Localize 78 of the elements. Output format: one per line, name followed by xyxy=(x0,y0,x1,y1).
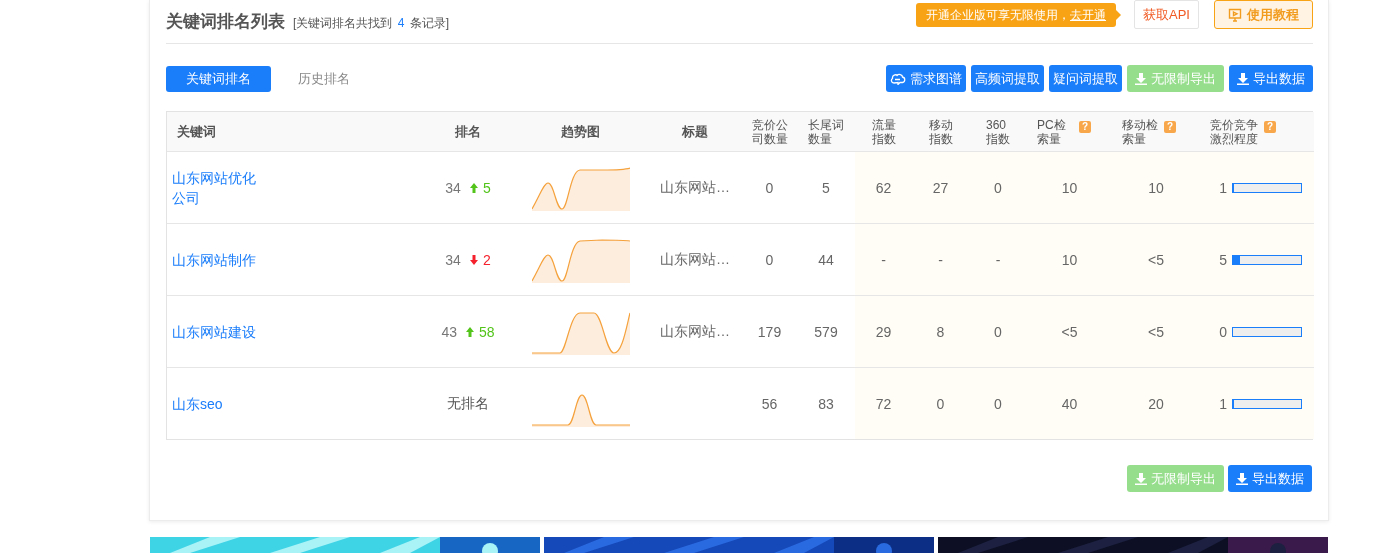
table-cell: 8 xyxy=(936,323,945,340)
table-cell: 1 xyxy=(1219,395,1227,412)
column-header: 移动检索量 xyxy=(1122,117,1158,146)
table-cell: 579 xyxy=(814,323,838,340)
column-header: 竞价公司数量 xyxy=(751,117,788,146)
button[interactable]: 导出数据 xyxy=(1229,65,1313,92)
button[interactable]: 导出数据 xyxy=(1228,465,1312,492)
competition-meter xyxy=(1232,398,1302,409)
table-cell: 0 xyxy=(994,395,1002,412)
table-cell: 83 xyxy=(818,395,834,412)
download-icon xyxy=(1237,72,1249,85)
rank-value: 34 xyxy=(445,251,461,268)
table-cell: 0 xyxy=(765,179,774,196)
tab[interactable]: 历史排名 xyxy=(271,65,376,92)
keyword-link[interactable]: 山东网站制作 xyxy=(172,249,267,270)
table-cell: 0 xyxy=(994,323,1002,340)
table-cell: 62 xyxy=(875,179,892,196)
table-cell: 72 xyxy=(875,395,892,412)
column-header: PC检索量 xyxy=(1037,117,1067,146)
rank-value: 无排名 xyxy=(447,394,489,413)
competition-meter xyxy=(1232,182,1302,193)
section-title: 关键词排名列表 xyxy=(166,11,285,33)
table-cell: 40 xyxy=(1061,395,1078,412)
rank-change: 2 xyxy=(482,251,491,268)
table-cell: 27 xyxy=(932,179,949,196)
button[interactable]: 高频词提取 xyxy=(971,65,1044,92)
column-header: 竞价竞争激烈程度 xyxy=(1210,117,1258,146)
download-icon xyxy=(1135,72,1147,85)
column-header: 流量指数 xyxy=(871,117,896,146)
button[interactable]: 需求图谱 xyxy=(886,65,966,92)
column-header: 长尾词数量 xyxy=(808,117,844,146)
upgrade-link[interactable]: 去开通 xyxy=(1070,7,1107,22)
table-cell: - xyxy=(881,251,886,268)
tab[interactable]: 关键词排名 xyxy=(166,65,271,92)
rank-value: 34 xyxy=(445,179,461,196)
table-cell: 5 xyxy=(822,179,830,196)
table-cell: 0 xyxy=(994,179,1002,196)
column-header: 标题 xyxy=(681,124,708,139)
table-cell: <5 xyxy=(1148,323,1164,340)
presentation-icon xyxy=(1228,7,1242,22)
table-cell: 44 xyxy=(818,251,834,268)
column-header: 趋势图 xyxy=(561,124,600,139)
table-cell: 56 xyxy=(761,395,778,412)
download-icon xyxy=(1236,472,1248,485)
table-cell: <5 xyxy=(1148,251,1164,268)
table-cell: 1 xyxy=(1219,179,1227,196)
rank-change: 5 xyxy=(482,179,491,196)
table-cell: 0 xyxy=(1219,323,1227,340)
rank-change: 58 xyxy=(479,323,495,340)
competition-meter xyxy=(1232,254,1302,265)
table-cell: 0 xyxy=(936,395,945,412)
table-cell: 29 xyxy=(875,323,892,340)
tutorial-button[interactable]: 使用教程 xyxy=(1214,0,1313,29)
table-cell: 10 xyxy=(1148,179,1164,196)
column-header: 关键词 xyxy=(177,124,216,139)
table-cell: 10 xyxy=(1061,251,1078,268)
table-cell: 山东网站… xyxy=(660,178,730,197)
keyword-link[interactable]: 山东网站优化公司 xyxy=(172,167,267,208)
table-cell: 山东网站… xyxy=(660,250,730,269)
rank-value: 43 xyxy=(441,323,457,340)
table-cell: - xyxy=(938,251,943,268)
table-cell: <5 xyxy=(1061,323,1078,340)
table-cell: 山东网站… xyxy=(660,322,730,341)
api-button[interactable]: 获取API xyxy=(1134,0,1199,29)
table-cell: 20 xyxy=(1148,395,1164,412)
column-header: 排名 xyxy=(455,124,481,139)
table-cell: 10 xyxy=(1061,179,1078,196)
record-summary: [关键词排名共找到 4 条记录] xyxy=(293,15,450,32)
column-header: 360指数 xyxy=(986,117,1010,146)
table-cell: 179 xyxy=(757,323,782,340)
column-header: 移动指数 xyxy=(928,117,953,146)
keyword-link[interactable]: 山东seo xyxy=(172,393,267,414)
table-cell: 5 xyxy=(1219,251,1227,268)
table-cell: - xyxy=(995,251,1001,268)
download-icon xyxy=(1135,472,1147,485)
keyword-link[interactable]: 山东网站建设 xyxy=(172,321,267,342)
table-cell: 0 xyxy=(765,251,774,268)
button[interactable]: 疑问词提取 xyxy=(1049,65,1122,92)
